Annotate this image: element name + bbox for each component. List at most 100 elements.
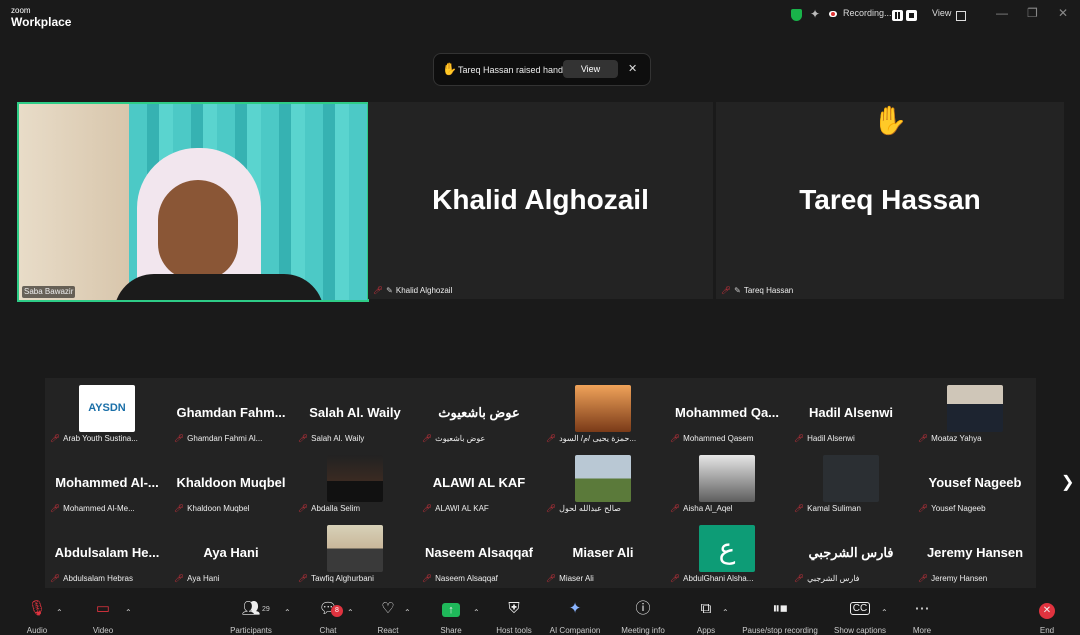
gallery-participant-tile[interactable]: Yousef Nageeb 🎤︎ Yousef Nageeb [913, 448, 1037, 518]
end-button[interactable]: ✕ End [1034, 598, 1060, 635]
gallery-participant-tile[interactable]: 🎤︎ صالح عبدالله لحول [541, 448, 665, 518]
gallery-participant-tile[interactable]: Miaser Ali 🎤︎ Miaser Ali [541, 518, 665, 588]
participant-display-name: Ghamdan Fahm... [176, 405, 286, 420]
participant-label-text: صالح عبدالله لحول [559, 504, 621, 513]
participant-label-text: ALAWI AL KAF [435, 504, 489, 513]
gallery-participant-tile[interactable]: AYSDN 🎤︎ Arab Youth Sustina... [45, 378, 169, 448]
notification-close-icon[interactable]: ✕ [628, 62, 637, 75]
participant-label-text: Miaser Ali [559, 574, 594, 583]
share-button[interactable]: ↑ Share [437, 598, 465, 635]
gallery-participant-tile[interactable]: 🎤︎ Moataz Yahya [913, 378, 1037, 448]
apps-button[interactable]: ⧉ Apps [692, 598, 720, 635]
gallery-participant-tile[interactable]: Mohammed Al-... 🎤︎ Mohammed Al-Me... [45, 448, 169, 518]
share-options-chevron-icon[interactable]: ⌃ [473, 608, 480, 617]
participant-label: 🎤︎ Arab Youth Sustina... [48, 433, 140, 445]
gallery-participant-tile[interactable]: Salah Al. Waily 🎤︎ Salah Al. Waily [293, 378, 417, 448]
participant-avatar [327, 455, 383, 502]
pin-icon: ✎ [386, 286, 393, 295]
captions-options-chevron-icon[interactable]: ⌃ [881, 608, 888, 617]
gallery-participant-tile[interactable]: Jeremy Hansen 🎤︎ Jeremy Hansen [913, 518, 1037, 588]
participant-label: 🎤︎ Jeremy Hansen [916, 573, 989, 585]
participant-label-text: Kamal Suliman [807, 504, 861, 513]
participant-tile-tareq[interactable]: ✋ Tareq Hassan 🎤︎ ✎ Tareq Hassan [716, 102, 1064, 299]
participant-label-text: Aisha Al_Aqel [683, 504, 733, 513]
react-options-chevron-icon[interactable]: ⌃ [404, 608, 411, 617]
gallery-participant-tile[interactable]: Mohammed Qa... 🎤︎ Mohammed Qasem [665, 378, 789, 448]
muted-mic-icon: 🎤︎ [174, 574, 185, 583]
gallery-participant-tile[interactable]: Naseem Alsaqqaf 🎤︎ Naseem Alsaqqaf [417, 518, 541, 588]
meeting-toolbar: 🎙︎ Audio ⌃ ▭ Video ⌃ 👥︎ Participants 29 … [0, 596, 1080, 635]
gallery-participant-tile[interactable]: Khaldoon Muqbel 🎤︎ Khaldoon Muqbel [169, 448, 293, 518]
next-page-chevron-icon[interactable]: ❯ [1061, 472, 1074, 492]
close-window-icon[interactable]: ✕ [1058, 6, 1068, 20]
minimize-icon[interactable]: — [996, 6, 1008, 20]
participant-display-name: ALAWI AL KAF [432, 475, 526, 490]
speaker-video-tile[interactable]: Saba Bawazir [17, 102, 369, 302]
more-button[interactable]: ⋯ More [908, 598, 936, 635]
muted-mic-icon: 🎤︎ [670, 504, 681, 513]
audio-button[interactable]: 🎙︎ Audio [22, 598, 52, 635]
react-button[interactable]: ♡ React [374, 598, 402, 635]
muted-mic-icon: 🎤︎ [670, 434, 681, 443]
pause-recording-button[interactable] [892, 10, 903, 21]
gallery-participant-tile[interactable]: عوض باشعيوث 🎤︎ عوض باشعيوث [417, 378, 541, 448]
pin-icon: ✎ [734, 286, 741, 295]
muted-mic-icon: 🎤︎ [918, 504, 929, 513]
gallery-participant-tile[interactable]: 🎤︎ Aisha Al_Aqel [665, 448, 789, 518]
captions-button[interactable]: CC Show captions [832, 598, 888, 635]
participant-label: 🎤︎ Abdalla Selim [296, 503, 362, 515]
ai-sparkle-icon[interactable]: ✦ [810, 7, 820, 21]
encryption-shield-icon[interactable] [791, 9, 802, 21]
video-options-chevron-icon[interactable]: ⌃ [125, 608, 132, 617]
gallery-participant-tile[interactable]: 🎤︎ Abdalla Selim [293, 448, 417, 518]
gallery-participant-tile[interactable]: Hadil Alsenwi 🎤︎ Hadil Alsenwi [789, 378, 913, 448]
meeting-info-button[interactable]: ⓘ Meeting info [616, 598, 670, 635]
zoom-logo: zoom Workplace [11, 6, 71, 28]
chat-badge: 8 [331, 605, 343, 617]
gallery-participant-tile[interactable]: ALAWI AL KAF 🎤︎ ALAWI AL KAF [417, 448, 541, 518]
logo-line2: Workplace [11, 15, 72, 29]
view-button[interactable]: View [932, 8, 951, 18]
participant-label-text: عوض باشعيوث [435, 434, 486, 443]
participants-button[interactable]: 👥︎ Participants [224, 598, 278, 635]
participant-big-name: Tareq Hassan [799, 184, 981, 215]
muted-mic-icon: 🎤︎ [546, 574, 557, 583]
participant-label-text: Hadil Alsenwi [807, 434, 855, 443]
notification-view-button[interactable]: View [563, 60, 618, 78]
more-icon: ⋯ [914, 600, 930, 617]
pause-stop-recording-button[interactable]: ⏸︎⏹︎ Pause/stop recording [738, 598, 822, 635]
gallery-participant-tile[interactable]: Ghamdan Fahm... 🎤︎ Ghamdan Fahmi Al... [169, 378, 293, 448]
raised-hand-notification: ✋ Tareq Hassan raised hand View ✕ [433, 53, 651, 86]
stop-recording-button[interactable] [906, 10, 917, 21]
ai-companion-button[interactable]: ✦ AI Companion [546, 598, 604, 635]
gallery-participant-tile[interactable]: ع 🎤︎ AbdulGhani Alsha... [665, 518, 789, 588]
gallery-participant-tile[interactable]: 🎤︎ Tawfiq Alghurbani [293, 518, 417, 588]
recording-status: Recording... [843, 8, 892, 18]
participant-label: 🎤︎ Yousef Nageeb [916, 503, 988, 515]
participant-label: 🎤︎ Mohammed Qasem [668, 433, 755, 445]
gallery-participant-tile[interactable]: 🎤︎ Kamal Suliman [789, 448, 913, 518]
audio-options-chevron-icon[interactable]: ⌃ [56, 608, 63, 617]
apps-options-chevron-icon[interactable]: ⌃ [722, 608, 729, 617]
gallery-participant-tile[interactable]: فارس الشرجبي 🎤︎ فارس الشرجبي [789, 518, 913, 588]
gallery-participant-tile[interactable]: 🎤︎ حمزة يحيى /م/ السود... [541, 378, 665, 448]
grid-view-icon[interactable] [956, 11, 966, 21]
chat-options-chevron-icon[interactable]: ⌃ [347, 608, 354, 617]
raised-hand-indicator-icon: ✋ [872, 105, 908, 136]
gallery-participant-tile[interactable]: Abdulsalam He... 🎤︎ Abdulsalam Hebras [45, 518, 169, 588]
end-icon: ✕ [1034, 598, 1060, 620]
muted-mic-icon: 🎤︎ [50, 434, 61, 443]
participant-display-name: Yousef Nageeb [928, 475, 1022, 490]
muted-mic-icon: 🎤︎ [670, 574, 681, 583]
gallery-participant-tile[interactable]: Aya Hani 🎤︎ Aya Hani [169, 518, 293, 588]
participant-display-name: Miaser Ali [572, 545, 634, 560]
video-button[interactable]: ▭ Video [87, 598, 119, 635]
participant-label: 🎤︎ Hadil Alsenwi [792, 433, 857, 445]
restore-icon[interactable]: ❐ [1027, 6, 1038, 20]
participants-options-chevron-icon[interactable]: ⌃ [284, 608, 291, 617]
host-tools-button[interactable]: ⛨ Host tools [492, 598, 536, 635]
muted-mic-icon: 🎤︎ [373, 286, 384, 295]
participant-avatar [575, 385, 631, 432]
participant-tile-khalid[interactable]: Khalid Alghozail 🎤︎ ✎ Khalid Alghozail [368, 102, 713, 299]
participant-label-text: Abdalla Selim [311, 504, 361, 513]
